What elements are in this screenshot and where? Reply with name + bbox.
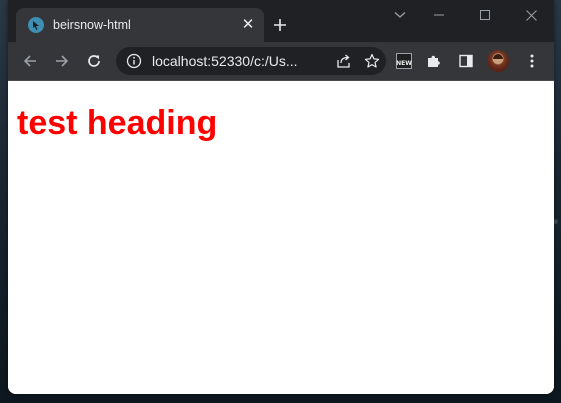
tab-strip: beirsnow-html ✕ bbox=[8, 0, 554, 42]
active-tab[interactable]: beirsnow-html ✕ bbox=[16, 8, 264, 42]
extension-new-button[interactable]: NEW bbox=[390, 47, 418, 75]
minimize-icon bbox=[434, 14, 444, 16]
window-close-button[interactable] bbox=[508, 0, 554, 30]
maximize-icon bbox=[480, 10, 490, 20]
page-heading: test heading bbox=[17, 104, 218, 142]
minimize-button[interactable] bbox=[416, 0, 462, 30]
side-panel-button[interactable] bbox=[452, 47, 480, 75]
profile-button[interactable] bbox=[484, 47, 512, 75]
menu-button[interactable] bbox=[518, 47, 546, 75]
favicon-icon bbox=[28, 17, 44, 33]
plus-icon bbox=[274, 19, 286, 31]
new-badge-label: NEW bbox=[396, 60, 412, 67]
arrow-right-icon bbox=[56, 55, 69, 67]
info-icon[interactable] bbox=[126, 53, 142, 69]
arrow-left-icon bbox=[23, 55, 36, 67]
more-vertical-icon bbox=[530, 54, 534, 68]
chevron-down-icon bbox=[394, 12, 406, 18]
tab-title: beirsnow-html bbox=[53, 18, 131, 32]
star-icon bbox=[364, 53, 380, 68]
side-panel-icon bbox=[459, 54, 473, 68]
browser-window: beirsnow-html ✕ localhost:52330/c:/Us...… bbox=[8, 0, 554, 394]
maximize-button[interactable] bbox=[462, 0, 508, 30]
reload-button[interactable] bbox=[80, 47, 108, 75]
extensions-button[interactable] bbox=[420, 47, 448, 75]
close-icon bbox=[525, 9, 537, 21]
share-button[interactable] bbox=[330, 47, 358, 75]
address-bar[interactable]: localhost:52330/c:/Us... bbox=[116, 47, 386, 75]
forward-button[interactable] bbox=[48, 47, 76, 75]
avatar bbox=[487, 50, 509, 72]
bookmark-button[interactable] bbox=[358, 47, 386, 75]
page-content: test heading bbox=[8, 81, 554, 394]
url-text[interactable]: localhost:52330/c:/Us... bbox=[152, 53, 330, 69]
puzzle-icon bbox=[428, 55, 440, 67]
new-badge-icon: NEW bbox=[396, 53, 412, 69]
tab-close-icon[interactable]: ✕ bbox=[240, 17, 256, 33]
browser-toolbar: localhost:52330/c:/Us... NEW bbox=[8, 42, 554, 81]
share-icon bbox=[337, 54, 350, 68]
reload-icon bbox=[88, 55, 100, 67]
back-button[interactable] bbox=[16, 47, 44, 75]
new-tab-button[interactable] bbox=[270, 15, 290, 35]
